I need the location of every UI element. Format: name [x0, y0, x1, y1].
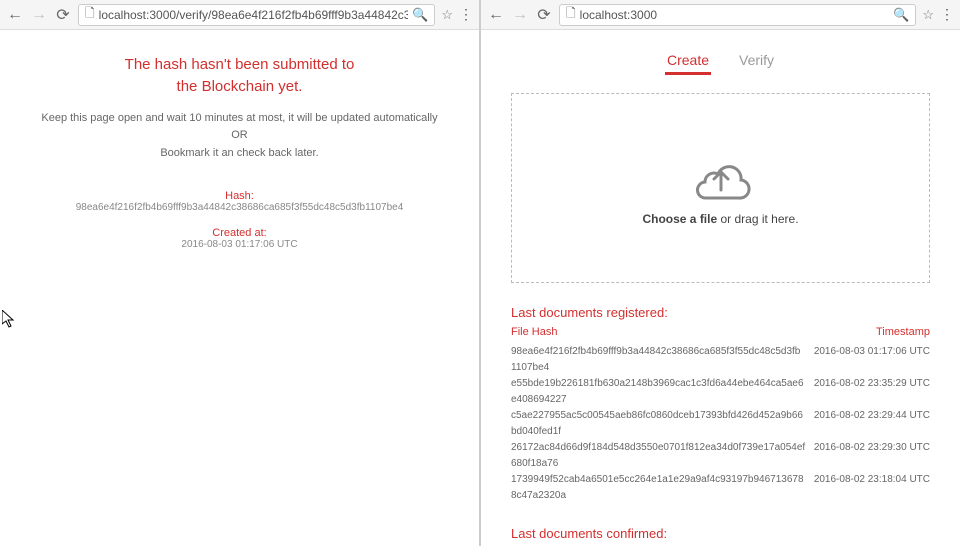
bookmark-icon[interactable]: ☆ [922, 7, 934, 23]
registered-list: 98ea6e4f216f2fb4b69fff9b3a44842c38686ca6… [511, 344, 930, 504]
timestamp-cell: 2016-08-03 01:17:06 UTC [814, 344, 930, 376]
created-value: 2016-08-03 01:17:06 UTC [30, 239, 449, 250]
cursor-icon [2, 310, 16, 331]
dropzone-text: Choose a file or drag it here. [642, 212, 798, 226]
col-hash: File Hash [511, 326, 557, 338]
url-input[interactable] [580, 8, 890, 22]
hash-cell: e55bde19b226181fb630a2148b3969cac1c3fd6a… [511, 376, 814, 408]
drag-hint: or drag it here. [717, 212, 798, 226]
timestamp-cell: 2016-08-02 23:35:29 UTC [814, 376, 930, 408]
table-row[interactable]: 26172ac84d66d9f184d548d3550e0701f812ea34… [511, 440, 930, 472]
created-label: Created at: [30, 227, 449, 239]
site-icon: 🗋 [566, 4, 576, 25]
registered-header: File Hash Timestamp [511, 326, 930, 338]
forward-button[interactable]: → [30, 6, 48, 24]
tab-verify[interactable]: Verify [737, 48, 776, 75]
forward-button[interactable]: → [511, 6, 529, 24]
back-button[interactable]: ← [487, 6, 505, 24]
tabs: Create Verify [511, 48, 930, 75]
table-row[interactable]: 1739949f52cab4a6501e5cc264e1a1e29a9af4c9… [511, 472, 930, 504]
timestamp-cell: 2016-08-02 23:29:30 UTC [814, 440, 930, 472]
hash-cell: 26172ac84d66d9f184d548d3550e0701f812ea34… [511, 440, 814, 472]
toolbar-left: ← → ⟳ 🗋 🔍 ☆ ⋮ [0, 0, 479, 30]
timestamp-cell: 2016-08-02 23:18:04 UTC [814, 472, 930, 504]
table-row[interactable]: 98ea6e4f216f2fb4b69fff9b3a44842c38686ca6… [511, 344, 930, 376]
back-button[interactable]: ← [6, 6, 24, 24]
info-line3: Bookmark it an check back later. [30, 145, 449, 163]
info-line1: Keep this page open and wait 10 minutes … [30, 110, 449, 128]
dropzone[interactable]: Choose a file or drag it here. [511, 93, 930, 283]
bookmark-icon[interactable]: ☆ [441, 7, 453, 23]
table-row[interactable]: e55bde19b226181fb630a2148b3969cac1c3fd6a… [511, 376, 930, 408]
site-icon: 🗋 [85, 4, 95, 25]
address-bar[interactable]: 🗋 🔍 [78, 4, 435, 26]
hash-value: 98ea6e4f216f2fb4b69fff9b3a44842c38686ca6… [30, 202, 449, 213]
search-hint-icon: 🔍 [412, 7, 428, 23]
left-content: The hash hasn't been submitted to the Bl… [0, 30, 479, 546]
confirmed-title: Last documents confirmed: [511, 526, 930, 541]
address-bar[interactable]: 🗋 🔍 [559, 4, 916, 26]
registered-title: Last documents registered: [511, 305, 930, 320]
hash-label: Hash: [30, 190, 449, 202]
menu-icon[interactable]: ⋮ [940, 6, 954, 23]
hash-cell: 1739949f52cab4a6501e5cc264e1a1e29a9af4c9… [511, 472, 814, 504]
right-content: Create Verify Choose a file or drag it h… [481, 30, 960, 546]
left-pane: ← → ⟳ 🗋 🔍 ☆ ⋮ The hash hasn't been submi… [0, 0, 479, 546]
tab-create[interactable]: Create [665, 48, 711, 75]
timestamp-cell: 2016-08-02 23:29:44 UTC [814, 408, 930, 440]
title-line2: the Blockchain yet. [30, 76, 449, 98]
search-hint-icon: 🔍 [893, 7, 909, 23]
menu-icon[interactable]: ⋮ [459, 6, 473, 23]
col-timestamp: Timestamp [876, 326, 930, 338]
url-input[interactable] [99, 8, 409, 22]
title-line1: The hash hasn't been submitted to [30, 54, 449, 76]
reload-button[interactable]: ⟳ [535, 5, 553, 25]
table-row[interactable]: c5ae227955ac5c00545aeb86fc0860dceb17393b… [511, 408, 930, 440]
hash-cell: c5ae227955ac5c00545aeb86fc0860dceb17393b… [511, 408, 814, 440]
choose-file-label: Choose a file [642, 212, 717, 226]
upload-cloud-icon [686, 150, 756, 200]
hash-cell: 98ea6e4f216f2fb4b69fff9b3a44842c38686ca6… [511, 344, 814, 376]
info-line2: OR [30, 127, 449, 145]
reload-button[interactable]: ⟳ [54, 5, 72, 25]
page-title: The hash hasn't been submitted to the Bl… [30, 54, 449, 98]
right-pane: ← → ⟳ 🗋 🔍 ☆ ⋮ Create Verify Choose a fil… [481, 0, 960, 546]
toolbar-right: ← → ⟳ 🗋 🔍 ☆ ⋮ [481, 0, 960, 30]
